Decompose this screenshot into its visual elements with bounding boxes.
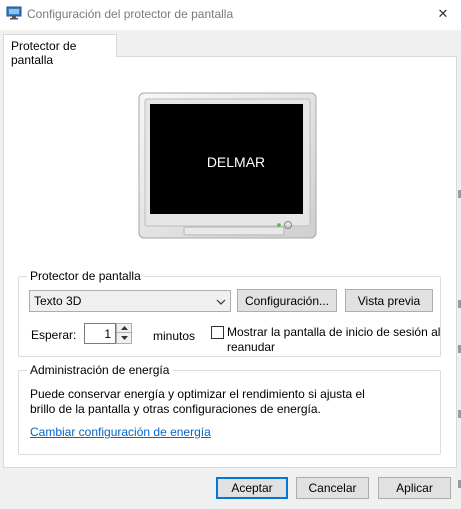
spin-down-button[interactable] <box>116 333 132 344</box>
preview-text: DELMAR <box>206 154 266 170</box>
display-settings-icon <box>6 6 22 20</box>
power-group-legend: Administración de energía <box>27 363 173 377</box>
monitor-base-bar <box>183 226 285 236</box>
screensaver-select-value: Texto 3D <box>34 294 82 308</box>
resume-checkbox[interactable] <box>211 326 224 339</box>
change-power-settings-link[interactable]: Cambiar configuración de energía <box>30 425 211 439</box>
spin-up-button[interactable] <box>116 323 132 333</box>
apply-button[interactable]: Aplicar <box>378 477 451 499</box>
wait-input-value: 1 <box>104 327 111 341</box>
title-bar: Configuración del protector de pantalla … <box>0 0 461 30</box>
tab-screensaver[interactable]: Protector de pantalla <box>3 34 117 67</box>
preview-button[interactable]: Vista previa <box>345 289 433 312</box>
close-button[interactable]: ✕ <box>430 4 456 24</box>
screensaver-group-legend: Protector de pantalla <box>27 269 144 283</box>
power-description-line1: Puede conservar energía y optimizar el r… <box>30 387 365 401</box>
wait-label: Esperar: <box>31 328 77 342</box>
arrow-down-icon <box>120 336 128 340</box>
ok-button[interactable]: Aceptar <box>216 477 288 499</box>
window-title: Configuración del protector de pantalla <box>27 7 234 21</box>
resume-label-line2: reanudar <box>227 340 276 354</box>
wait-units: minutos <box>153 329 196 343</box>
power-description-line2: brillo de la pantalla y otras configurac… <box>30 402 321 416</box>
resume-label-line1: Mostrar la pantalla de inicio de sesión … <box>227 325 441 339</box>
screensaver-select[interactable]: Texto 3D <box>29 290 231 312</box>
wait-input[interactable]: 1 <box>84 323 116 344</box>
monitor-led <box>277 223 281 227</box>
chevron-down-icon <box>216 296 226 310</box>
cancel-button[interactable]: Cancelar <box>296 477 369 499</box>
settings-button[interactable]: Configuración... <box>237 289 337 312</box>
arrow-up-icon <box>120 326 128 330</box>
close-icon: ✕ <box>437 6 449 21</box>
